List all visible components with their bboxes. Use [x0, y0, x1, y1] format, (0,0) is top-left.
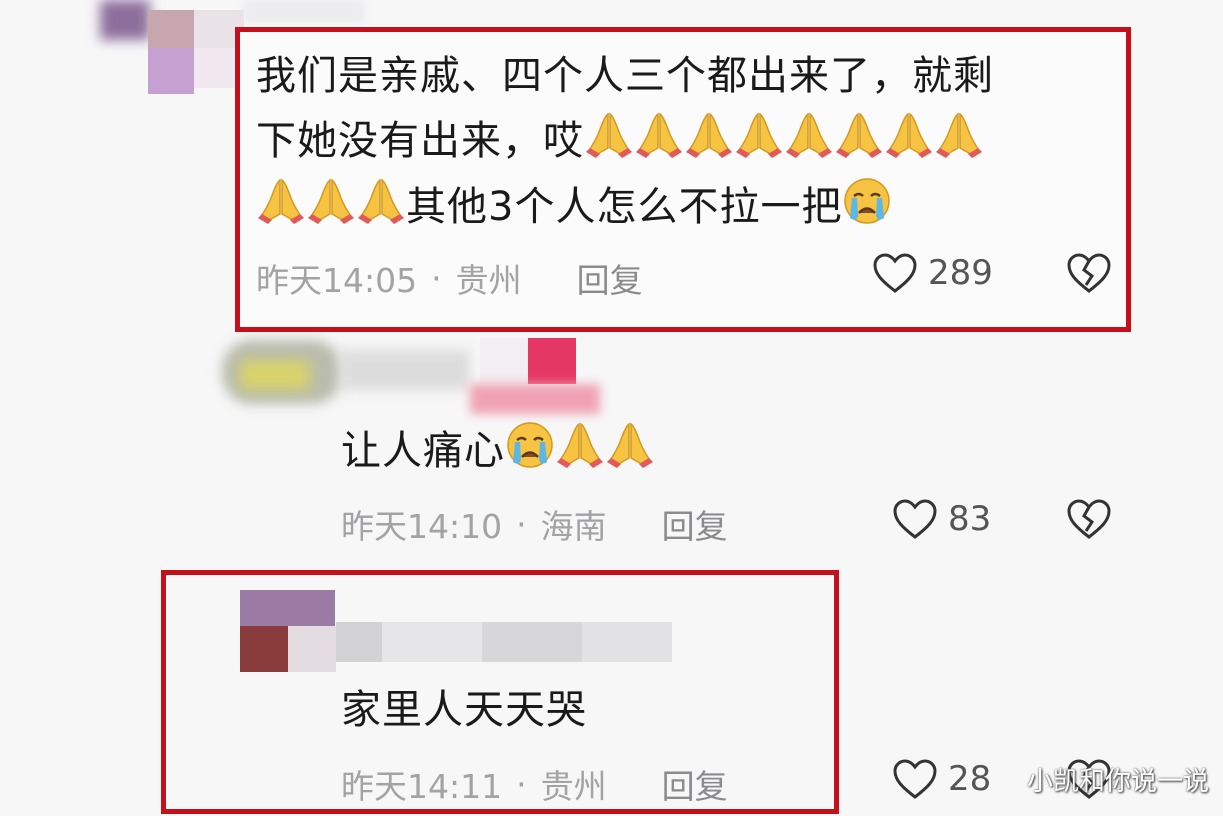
comment-2-meta: 昨天14:10 · 海南 回复 [341, 500, 728, 548]
folded-hands-emoji [886, 112, 932, 158]
watermark: 小凯和你说一说 [1026, 767, 1209, 797]
meta-separator: · [516, 504, 527, 544]
heart-icon [872, 252, 918, 294]
comment-2-location: 海南 [540, 507, 607, 546]
folded-hands-emoji [308, 178, 354, 224]
meta-separator: · [431, 258, 442, 298]
folded-hands-emoji [686, 112, 732, 158]
comment-3-text-row: 家里人天天哭 [341, 680, 587, 740]
heart-shape [873, 253, 917, 293]
comment-1-line2: 下她没有出来，哎 [256, 118, 584, 164]
comment-1-line3: 其他3个人怎么不拉一把 [406, 184, 843, 230]
cry-emoji-slot-1 [842, 178, 892, 230]
comment-1-location: 贵州 [455, 261, 522, 300]
comment-2-time: 昨天14:10 [341, 507, 503, 546]
heart-icon [892, 498, 938, 540]
broken-heart-shape [1067, 499, 1111, 539]
folded-hands-emoji [557, 422, 603, 468]
comment-3-like-count: 28 [948, 759, 992, 799]
comment-2-text-row: 让人痛心 [341, 420, 655, 481]
comment-1-like-button[interactable]: 289 [872, 252, 993, 294]
folded-hands-emoji [936, 112, 982, 158]
meta-separator: · [516, 764, 527, 804]
comment-3-like-button[interactable]: 28 [892, 758, 991, 800]
broken-heart-shape [1067, 253, 1111, 293]
comment-2-like-button[interactable]: 83 [892, 498, 991, 540]
comment-2-reply-button[interactable]: 回复 [662, 500, 728, 548]
heart-shape [893, 499, 937, 539]
crying-face-emoji [507, 422, 553, 468]
folded-hands-emoji [607, 422, 653, 468]
heart-icon [892, 758, 938, 800]
broken-heart-icon [1066, 498, 1112, 540]
comment-2-like-count: 83 [948, 499, 992, 539]
comment-1-like-count: 289 [928, 253, 993, 293]
comment-1-time: 昨天14:05 [256, 261, 418, 300]
heart-shape [893, 759, 937, 799]
folded-hands-emoji [786, 112, 832, 158]
folded-hands-emoji [586, 112, 632, 158]
comment-3-text: 家里人天天哭 [341, 687, 587, 733]
folded-hands-emoji [636, 112, 682, 158]
comment-2-text: 让人痛心 [341, 428, 505, 474]
comment-1-text: 我们是亲戚、四个人三个都出来了，就剩 [256, 46, 994, 106]
folded-hands-emoji [358, 178, 404, 224]
comment-1-reply-button[interactable]: 回复 [577, 254, 643, 302]
comment-3-reply-button[interactable]: 回复 [662, 760, 728, 808]
pray-emoji-row-2 [256, 178, 406, 230]
folded-hands-emoji [836, 112, 882, 158]
comment-1-text-line3-row: 其他3个人怎么不拉一把 [256, 176, 892, 237]
comment-2-emojis [505, 422, 655, 474]
crying-face-emoji [844, 178, 891, 224]
comment-1-text-line2-row: 下她没有出来，哎 [256, 110, 984, 171]
comment-3-location: 贵州 [540, 767, 607, 806]
broken-heart-icon [1066, 252, 1112, 294]
comment-1-dislike-button[interactable] [1066, 252, 1112, 294]
comment-2-dislike-button[interactable] [1066, 498, 1112, 540]
pray-emoji-row [584, 112, 984, 164]
folded-hands-emoji [736, 112, 782, 158]
comment-1-meta: 昨天14:05 · 贵州 回复 [256, 254, 643, 302]
comment-1-line1: 我们是亲戚、四个人三个都出来了，就剩 [256, 53, 994, 99]
folded-hands-emoji [258, 178, 304, 224]
comment-3-time: 昨天14:11 [341, 767, 503, 806]
comment-3-meta: 昨天14:11 · 贵州 回复 [341, 760, 728, 808]
